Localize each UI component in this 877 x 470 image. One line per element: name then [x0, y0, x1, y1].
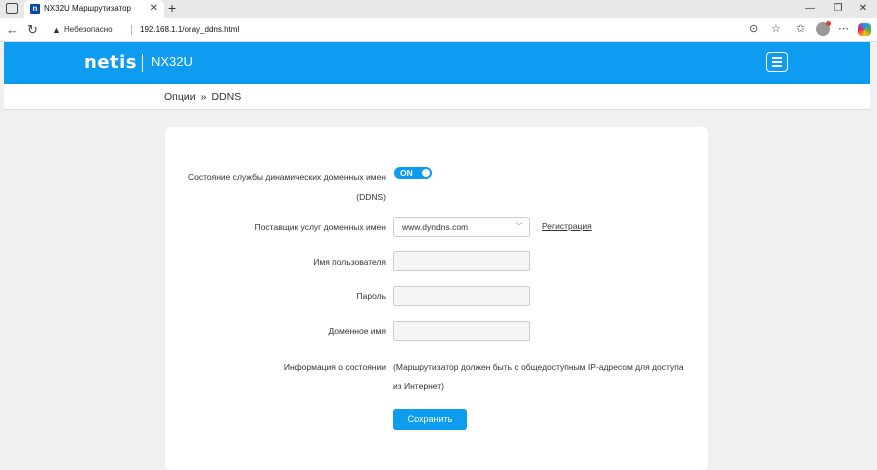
domain-label: Доменное имя: [328, 326, 386, 336]
status-label: Информация о состоянии: [283, 362, 386, 372]
hamburger-menu-button[interactable]: [766, 52, 788, 72]
chevron-down-icon: ﹀: [515, 222, 523, 231]
tab-actions-icon[interactable]: [6, 3, 18, 14]
restore-icon[interactable]: ❐: [828, 0, 848, 18]
netis-favicon-icon: n: [30, 4, 40, 14]
toggle-label: ON: [400, 168, 413, 178]
copilot-icon[interactable]: [858, 23, 871, 36]
service-state-label: Состояние службы динамических доменных и…: [146, 167, 386, 207]
username-label: Имя пользователя: [313, 257, 386, 267]
new-tab-icon[interactable]: +: [168, 0, 176, 16]
ddns-settings-card: Состояние службы динамических доменных и…: [165, 127, 708, 470]
page-header: netis NX32U: [4, 42, 870, 84]
register-link[interactable]: Регистрация: [542, 221, 592, 231]
address-bar: ← ↻ ▲ Небезопасно 192.168.1.1/oray_ddns.…: [0, 18, 877, 42]
notification-dot: [826, 21, 831, 26]
breadcrumb: Опции » DDNS: [164, 91, 241, 103]
more-menu-icon[interactable]: ⋯: [838, 22, 849, 36]
model-name: NX32U: [151, 54, 193, 69]
service-state-label-line1: Состояние службы динамических доменных и…: [187, 172, 386, 182]
warning-icon[interactable]: ▲: [52, 21, 61, 39]
browser-tab-bar: n NX32U Маршрутизатор ✕ + — ❐ ✕: [0, 0, 877, 18]
favorites-list-icon[interactable]: ✩: [796, 22, 805, 36]
username-input[interactable]: [393, 251, 530, 271]
profile-avatar-icon[interactable]: [816, 21, 831, 36]
back-icon[interactable]: ←: [6, 22, 19, 38]
minimize-icon[interactable]: —: [800, 0, 820, 18]
insecure-label[interactable]: Небезопасно: [64, 21, 113, 39]
provider-select-value: www.dyndns.com: [402, 222, 469, 232]
toggle-knob: [422, 169, 430, 177]
breadcrumb-bar: Опции » DDNS: [4, 84, 870, 110]
service-state-label-line2: (DDNS): [356, 192, 386, 202]
favorite-star-icon[interactable]: ☆: [771, 22, 781, 36]
password-label: Пароль: [356, 291, 387, 301]
refresh-icon[interactable]: ↻: [27, 22, 38, 38]
browser-tab[interactable]: n NX32U Маршрутизатор ✕: [24, 0, 164, 18]
tab-title: NX32U Маршрутизатор: [44, 4, 131, 13]
reader-more-icon[interactable]: ⊙: [749, 22, 758, 36]
ddns-toggle[interactable]: ON: [394, 167, 432, 179]
provider-select[interactable]: www.dyndns.com ﹀: [393, 217, 530, 237]
breadcrumb-current: DDNS: [211, 91, 242, 103]
status-info-line1: (Маршрутизатор должен быть с общедоступн…: [393, 362, 684, 372]
netis-logo: netis: [84, 52, 138, 73]
breadcrumb-separator: »: [200, 91, 207, 103]
logo-divider: [142, 54, 143, 72]
password-input[interactable]: [393, 286, 530, 306]
url-field[interactable]: ▲ Небезопасно 192.168.1.1/oray_ddns.html: [48, 21, 788, 39]
menu-line: [772, 57, 782, 59]
url-divider: [131, 25, 132, 35]
save-button[interactable]: Сохранить: [393, 409, 467, 430]
close-window-icon[interactable]: ✕: [853, 0, 873, 18]
status-info-line2: из Интернет): [393, 381, 444, 391]
domain-input[interactable]: [393, 321, 530, 341]
close-tab-icon[interactable]: ✕: [150, 0, 158, 18]
provider-label: Поставщик услуг доменных имен: [254, 222, 386, 232]
menu-line: [772, 61, 782, 63]
breadcrumb-parent[interactable]: Опции: [164, 91, 196, 103]
url-text[interactable]: 192.168.1.1/oray_ddns.html: [140, 21, 239, 39]
menu-line: [772, 65, 782, 67]
